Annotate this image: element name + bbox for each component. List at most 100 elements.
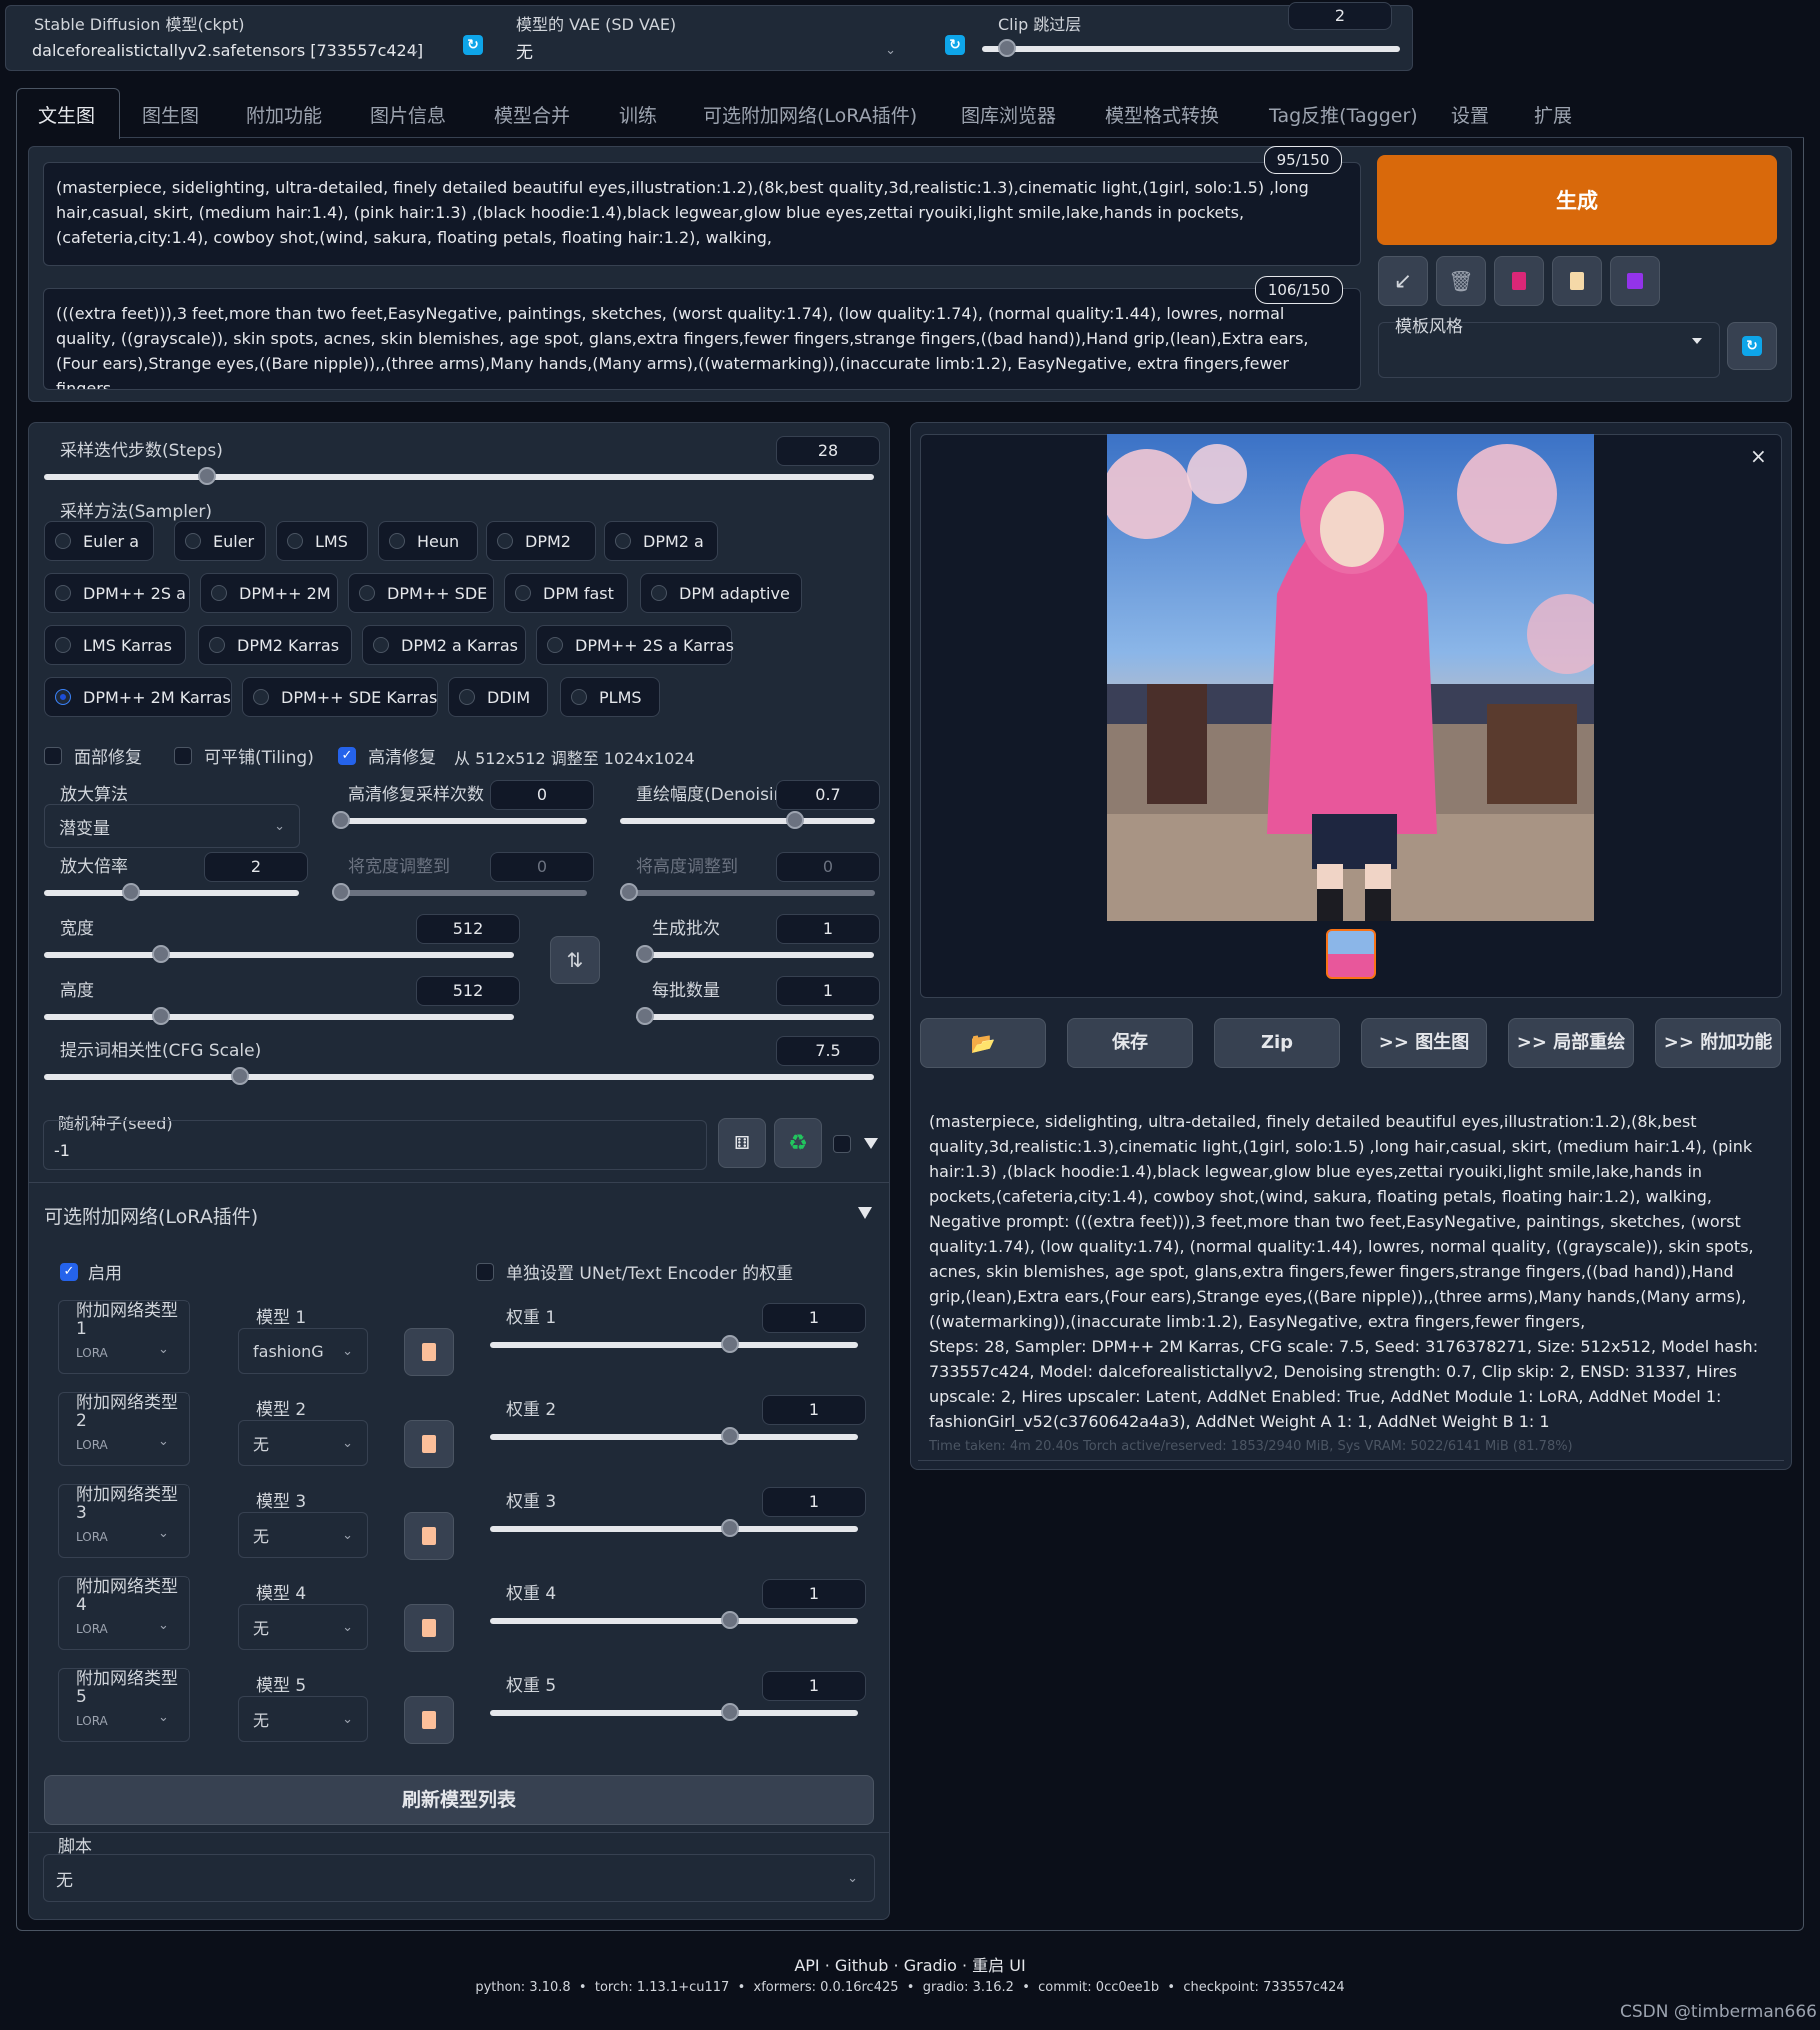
steps-slider[interactable] — [44, 467, 874, 485]
refresh-icon[interactable]: ↻ — [945, 35, 965, 55]
recycle-icon[interactable]: ♻ — [774, 1118, 822, 1168]
clip-skip-input[interactable]: 2 — [1288, 2, 1392, 30]
sampler-option[interactable]: DPM2 Karras — [198, 625, 352, 665]
refresh-models-button[interactable]: 刷新模型列表 — [44, 1775, 874, 1825]
extra-networks-icon[interactable] — [1494, 256, 1544, 306]
scale-slider[interactable] — [44, 883, 299, 901]
trash-icon[interactable]: 🗑 — [1436, 256, 1486, 306]
lora-weight-slider[interactable] — [490, 1703, 858, 1721]
seed-input[interactable]: -1 — [43, 1120, 707, 1170]
hires-steps-slider[interactable] — [332, 811, 587, 829]
lora-weight-slider[interactable] — [490, 1519, 858, 1537]
clipboard-icon[interactable] — [1552, 256, 1602, 306]
model-info-icon[interactable] — [404, 1512, 454, 1560]
vae-select[interactable]: 无 ⌄ — [512, 34, 912, 66]
tab-12[interactable]: 扩展 — [1534, 101, 1572, 128]
send-to-extras-button[interactable]: >> 附加功能 — [1655, 1018, 1781, 1068]
generate-button[interactable]: 生成 — [1377, 155, 1777, 245]
lora-model-select[interactable]: 无 ⌄ — [238, 1696, 368, 1742]
lora-model-select[interactable]: fashionG ⌄ — [238, 1328, 368, 1374]
lora-weight-input[interactable]: 1 — [762, 1671, 866, 1701]
send-to-inpaint-button[interactable]: >> 局部重绘 — [1508, 1018, 1634, 1068]
tab-2[interactable]: 图生图 — [142, 101, 199, 128]
tab-9[interactable]: 模型格式转换 — [1105, 101, 1219, 128]
tab-10[interactable]: Tag反推(Tagger) — [1269, 101, 1418, 128]
batch-count-slider[interactable] — [636, 945, 874, 963]
tab-7[interactable]: 可选附加网络(LoRA插件) — [703, 101, 917, 128]
batch-size-input[interactable]: 1 — [776, 976, 880, 1006]
lora-model-select[interactable]: 无 ⌄ — [238, 1604, 368, 1650]
clip-skip-slider[interactable] — [982, 39, 1400, 57]
model-info-icon[interactable] — [404, 1420, 454, 1468]
lora-weight-input[interactable]: 1 — [762, 1395, 866, 1425]
denoise-slider[interactable] — [620, 811, 875, 829]
sampler-option[interactable]: DPM++ 2S a — [44, 573, 190, 613]
lora-enable-checkbox[interactable]: ✓ 启用 — [60, 1259, 122, 1284]
swap-dimensions-icon[interactable]: ⇅ — [550, 936, 600, 984]
slider-thumb[interactable] — [230, 1067, 249, 1085]
slider-thumb[interactable] — [721, 1519, 739, 1537]
resize-width-slider[interactable] — [332, 883, 587, 901]
sampler-option[interactable]: Euler a — [44, 521, 154, 561]
lora-weight-slider[interactable] — [490, 1335, 858, 1353]
sampler-option[interactable]: DPM++ 2M Karras — [44, 677, 232, 717]
sampler-option[interactable]: DPM2 a Karras — [362, 625, 526, 665]
resize-width-input[interactable]: 0 — [490, 852, 594, 882]
resize-height-slider[interactable] — [620, 883, 875, 901]
tab-11[interactable]: 设置 — [1451, 101, 1489, 128]
sampler-option[interactable]: DPM++ SDE — [348, 573, 494, 613]
positive-prompt-input[interactable]: (masterpiece, sidelighting, ultra-detail… — [43, 162, 1361, 266]
cfg-input[interactable]: 7.5 — [776, 1036, 880, 1066]
dice-icon[interactable]: ⚅ — [718, 1118, 766, 1168]
tab-6[interactable]: 训练 — [619, 101, 657, 128]
sampler-option[interactable]: Heun — [378, 521, 478, 561]
slider-thumb[interactable] — [721, 1427, 739, 1445]
sampler-option[interactable]: PLMS — [560, 677, 660, 717]
paste-icon[interactable]: ↙ — [1378, 256, 1428, 306]
extra-seed-checkbox[interactable] — [833, 1135, 851, 1153]
upscaler-select[interactable]: 潜变量 ⌄ — [44, 804, 300, 848]
lora-model-select[interactable]: 无 ⌄ — [238, 1512, 368, 1558]
send-to-img2img-button[interactable]: >> 图生图 — [1361, 1018, 1487, 1068]
save-button[interactable]: 保存 — [1067, 1018, 1193, 1068]
model-info-icon[interactable] — [404, 1604, 454, 1652]
lora-weight-slider[interactable] — [490, 1427, 858, 1445]
face-restore-checkbox[interactable]: 面部修复 — [44, 743, 142, 768]
script-select[interactable]: 无 ⌄ — [43, 1854, 875, 1902]
save-style-icon[interactable] — [1610, 256, 1660, 306]
lora-weight-input[interactable]: 1 — [762, 1579, 866, 1609]
lora-weight-input[interactable]: 1 — [762, 1303, 866, 1333]
tab-4[interactable]: 图片信息 — [370, 101, 446, 128]
sampler-option[interactable]: DPM++ SDE Karras — [242, 677, 438, 717]
slider-thumb[interactable] — [332, 811, 350, 829]
output-image[interactable] — [1107, 434, 1594, 921]
width-slider[interactable] — [44, 945, 514, 963]
sampler-option[interactable]: DPM adaptive — [640, 573, 802, 613]
sampler-option[interactable]: DPM++ 2M — [200, 573, 338, 613]
model-info-icon[interactable] — [404, 1696, 454, 1744]
cfg-slider[interactable] — [44, 1067, 874, 1085]
sampler-option[interactable]: Euler — [174, 521, 266, 561]
lora-weight-input[interactable]: 1 — [762, 1487, 866, 1517]
gallery-thumbnail[interactable] — [1326, 929, 1376, 979]
width-input[interactable]: 512 — [416, 914, 520, 944]
refresh-style-button[interactable]: ↻ — [1727, 322, 1777, 370]
scale-input[interactable]: 2 — [204, 852, 308, 882]
sampler-option[interactable]: LMS Karras — [44, 625, 186, 665]
slider-thumb[interactable] — [332, 883, 350, 901]
sampler-option[interactable]: DDIM — [448, 677, 548, 717]
model-info-icon[interactable] — [404, 1328, 454, 1376]
tab-3[interactable]: 附加功能 — [246, 101, 322, 128]
batch-size-slider[interactable] — [636, 1007, 874, 1025]
steps-input[interactable]: 28 — [776, 436, 880, 466]
slider-thumb[interactable] — [721, 1335, 739, 1353]
slider-thumb[interactable] — [998, 39, 1016, 57]
slider-thumb[interactable] — [636, 945, 654, 963]
footer-links[interactable]: API · Github · Gradio · 重启 UI — [0, 1952, 1820, 1976]
resize-height-input[interactable]: 0 — [776, 852, 880, 882]
slider-thumb[interactable] — [721, 1611, 739, 1629]
height-slider[interactable] — [44, 1007, 514, 1025]
lora-separate-checkbox[interactable]: 单独设置 UNet/Text Encoder 的权重 — [476, 1259, 793, 1284]
height-input[interactable]: 512 — [416, 976, 520, 1006]
slider-thumb[interactable] — [636, 1007, 654, 1025]
